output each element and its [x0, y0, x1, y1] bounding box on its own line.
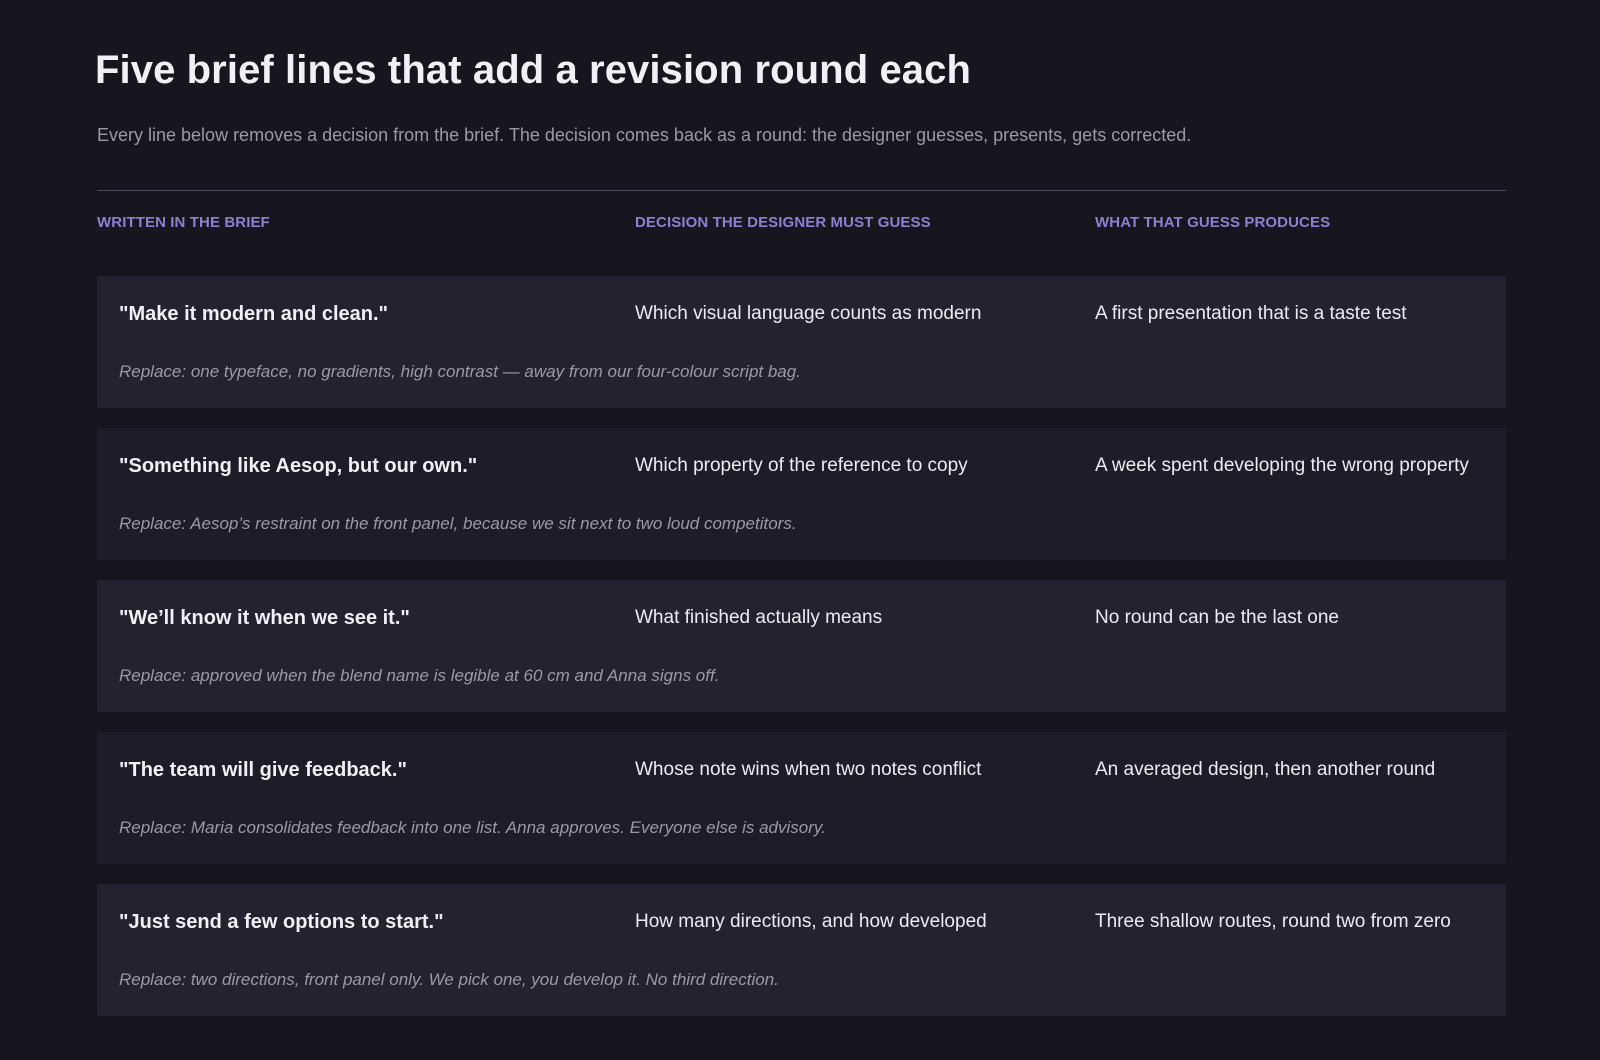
header-divider	[97, 190, 1506, 191]
table-row: "Something like Aesop, but our own." Whi…	[97, 428, 1506, 560]
guess-outcome: A week spent developing the wrong proper…	[1095, 455, 1469, 476]
designer-guess: Which visual language counts as modern	[635, 303, 982, 324]
table-row: "Just send a few options to start." How …	[97, 884, 1506, 1016]
replacement-line: Replace: Maria consolidates feedback int…	[119, 818, 826, 837]
replacement-line: Replace: Aesop’s restraint on the front …	[119, 514, 797, 533]
brief-quote: "Just send a few options to start."	[119, 911, 444, 933]
designer-guess: What finished actually means	[635, 607, 883, 628]
guess-outcome: An averaged design, then another round	[1095, 759, 1436, 780]
column-header-produces: WHAT THAT GUESS PRODUCES	[1095, 214, 1331, 231]
table-body: "Make it modern and clean." Which visual…	[97, 276, 1506, 1036]
brief-quote: "We’ll know it when we see it."	[119, 607, 410, 629]
guess-outcome: Three shallow routes, round two from zer…	[1095, 911, 1451, 932]
table-row: "Make it modern and clean." Which visual…	[97, 276, 1506, 408]
column-header-brief: WRITTEN IN THE BRIEF	[97, 214, 270, 231]
guess-outcome: No round can be the last one	[1095, 607, 1340, 628]
brief-quote: "Make it modern and clean."	[119, 303, 389, 325]
table-row: "We’ll know it when we see it." What fin…	[97, 580, 1506, 712]
guess-outcome: A first presentation that is a taste tes…	[1095, 303, 1407, 324]
designer-guess: How many directions, and how developed	[635, 911, 987, 932]
replacement-line: Replace: two directions, front panel onl…	[119, 970, 779, 989]
column-header-decision: DECISION THE DESIGNER MUST GUESS	[635, 214, 931, 231]
brief-quote: "The team will give feedback."	[119, 759, 407, 781]
designer-guess: Which property of the reference to copy	[635, 455, 968, 476]
brief-quote: "Something like Aesop, but our own."	[119, 455, 478, 477]
designer-guess: Whose note wins when two notes conflict	[635, 759, 982, 780]
page-subtitle: Every line below removes a decision from…	[97, 125, 1192, 145]
page-title: Five brief lines that add a revision rou…	[95, 48, 972, 92]
replacement-line: Replace: approved when the blend name is…	[119, 666, 720, 685]
table-row: "The team will give feedback." Whose not…	[97, 732, 1506, 864]
replacement-line: Replace: one typeface, no gradients, hig…	[119, 362, 801, 381]
